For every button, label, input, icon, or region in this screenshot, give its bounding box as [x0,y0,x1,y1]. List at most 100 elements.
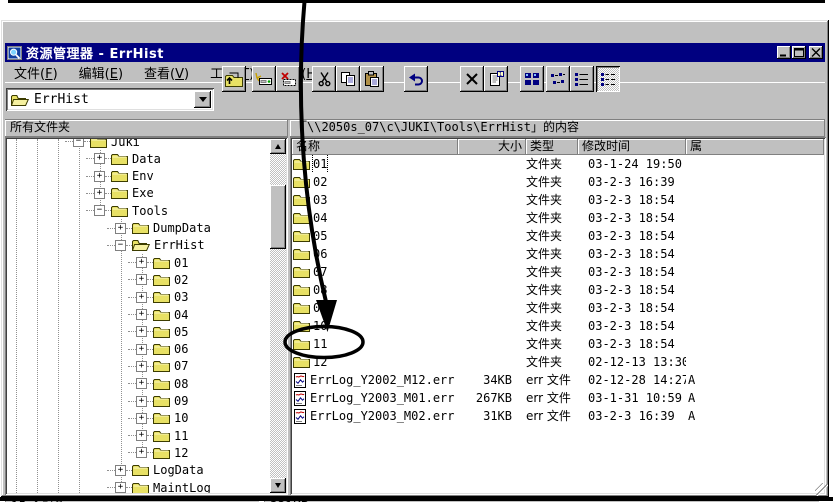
expand-box[interactable]: + [136,396,147,407]
tree-item-09[interactable]: +09 [128,393,188,410]
tree-item-07[interactable]: +07 [128,358,188,375]
address-dropdown-button[interactable] [194,91,211,108]
toolbar-button-up-one-level[interactable] [222,66,246,92]
column-header-4[interactable]: 属 [686,139,824,155]
tree-item-ErrHist[interactable]: −ErrHist [107,237,205,254]
tree-item-LogData[interactable]: +LogData [107,462,204,479]
toolbar-button-properties[interactable]: 1 [484,66,508,92]
expand-box[interactable]: + [136,430,147,441]
scrollbar-thumb[interactable] [270,185,286,249]
folder-closed-icon [293,355,310,369]
menu-V[interactable]: 查看(V) [138,62,195,83]
menu-F[interactable]: 文件(F) [8,62,64,83]
list-row-10[interactable]: 10文件夹03-2-3 18:54 [292,317,824,335]
tree-item-03[interactable]: +03 [128,289,188,306]
menu-E[interactable]: 编辑(E) [73,62,129,83]
maximize-button[interactable] [792,46,806,59]
list-row-02[interactable]: 02文件夹03-2-3 16:39 [292,173,824,191]
resize-grip[interactable] [815,483,828,496]
close-button[interactable] [809,46,823,59]
tree-item-12[interactable]: +12 [128,444,188,461]
tree-item-Exe[interactable]: +Exe [86,185,154,202]
expand-box[interactable]: + [136,447,147,458]
scroll-up-button[interactable] [270,139,286,154]
column-header-0[interactable]: 名称 [292,139,458,155]
list-row-03[interactable]: 03文件夹03-2-3 18:54 [292,191,824,209]
toolbar-button-view-details[interactable] [596,66,620,92]
expand-box[interactable]: + [94,171,105,182]
column-header-3[interactable]: 修改时间 [578,139,686,155]
tree-item-Juki[interactable]: −Juki [65,139,140,150]
tree-item-MaintLog[interactable]: +MaintLog [107,479,211,493]
toolbar-button-disconnect-network-drive[interactable] [276,66,300,92]
folder-closed-icon [293,211,310,225]
list-row-06[interactable]: 06文件夹03-2-3 18:54 [292,245,824,263]
column-header-2[interactable]: 类型 [526,139,578,155]
list-row-ErrLog_Y2002_M12.err[interactable]: ErrLog_Y2002_M12.err34KBerr 文件02-12-28 1… [292,371,824,389]
list-row-ErrLog_Y2003_M01.err[interactable]: ErrLog_Y2003_M01.err267KBerr 文件03-1-31 1… [292,389,824,407]
minimize-button[interactable] [777,46,791,59]
tree-item-label: Data [132,152,161,166]
list-row-11[interactable]: 11文件夹03-2-3 18:54 [292,335,824,353]
toolbar-button-delete[interactable] [460,66,484,92]
collapse-box[interactable]: − [94,205,105,216]
toolbar-button-view-list[interactable] [570,66,594,92]
tree-item-10[interactable]: +10 [128,410,188,427]
tree-item-01[interactable]: +01 [128,254,188,271]
expand-box[interactable]: + [115,482,126,493]
tree-item-Data[interactable]: + Data [86,150,161,167]
tree-item-06[interactable]: +06 [128,341,188,358]
tree-item-11[interactable]: +11 [128,427,188,444]
tree-item-05[interactable]: +05 [128,323,188,340]
expand-box[interactable]: + [136,378,147,389]
collapse-box[interactable]: − [73,139,84,147]
expand-box[interactable]: + [136,309,147,320]
expand-box[interactable]: + [136,344,147,355]
folder-closed-icon [111,204,128,218]
toolbar-button-cut[interactable] [312,66,336,92]
list-row-12[interactable]: 12文件夹02-12-13 13:30 [292,353,824,371]
collapse-box[interactable]: − [115,240,126,251]
expand-box[interactable]: + [136,257,147,268]
expand-box[interactable]: + [136,274,147,285]
expand-box[interactable]: + [115,465,126,476]
tree-item-Env[interactable]: +Env [86,168,154,185]
tree-scrollbar[interactable] [270,139,286,493]
expand-box[interactable]: + [136,361,147,372]
expand-box[interactable]: + [94,153,105,164]
file-name-text: 08 [313,281,327,299]
list-row-08[interactable]: 08文件夹03-2-3 18:54 [292,281,824,299]
toolbar-button-map-network-drive[interactable] [252,66,276,92]
toolbar-button-view-large-icons[interactable] [520,66,544,92]
tree-item-02[interactable]: +02 [128,271,188,288]
expand-box[interactable]: + [136,326,147,337]
view-large-icons-icon [524,72,540,87]
list-row-01[interactable]: 01文件夹03-1-24 19:50 [292,155,824,173]
expand-box[interactable]: + [136,292,147,303]
tree-item-label: 05 [174,325,188,339]
expand-box[interactable]: + [94,188,105,199]
delete-icon [465,72,479,86]
tree-item-DumpData[interactable]: +DumpData [107,220,211,237]
file-attr-cell [686,263,824,281]
scroll-down-button[interactable] [270,478,286,493]
file-modified-cell: 03-1-24 19:50 [578,155,686,173]
address-combobox[interactable]: ErrHist [6,88,214,111]
folder-tree: −Juki + Data +Env+Exe−Tools+DumpData−ErrHis… [7,139,286,493]
list-row-ErrLog_Y2003_M02.err[interactable]: ErrLog_Y2003_M02.err31KBerr 文件03-2-3 16:… [292,407,824,425]
file-type-cell: err 文件 [526,407,578,425]
list-row-04[interactable]: 04文件夹03-2-3 18:54 [292,209,824,227]
list-row-05[interactable]: 05文件夹03-2-3 18:54 [292,227,824,245]
toolbar-button-paste[interactable] [360,66,384,92]
list-row-09[interactable]: 09文件夹03-2-3 18:54 [292,299,824,317]
expand-box[interactable]: + [115,223,126,234]
expand-box[interactable]: + [136,413,147,424]
tree-item-08[interactable]: +08 [128,375,188,392]
toolbar-button-view-small-icons[interactable] [546,66,570,92]
tree-item-Tools[interactable]: −Tools [86,202,168,219]
toolbar-button-undo[interactable] [404,66,428,92]
list-row-07[interactable]: 07文件夹03-2-3 18:54 [292,263,824,281]
column-header-1[interactable]: 大小 [458,139,526,155]
toolbar-button-copy[interactable] [336,66,360,92]
tree-item-04[interactable]: +04 [128,306,188,323]
